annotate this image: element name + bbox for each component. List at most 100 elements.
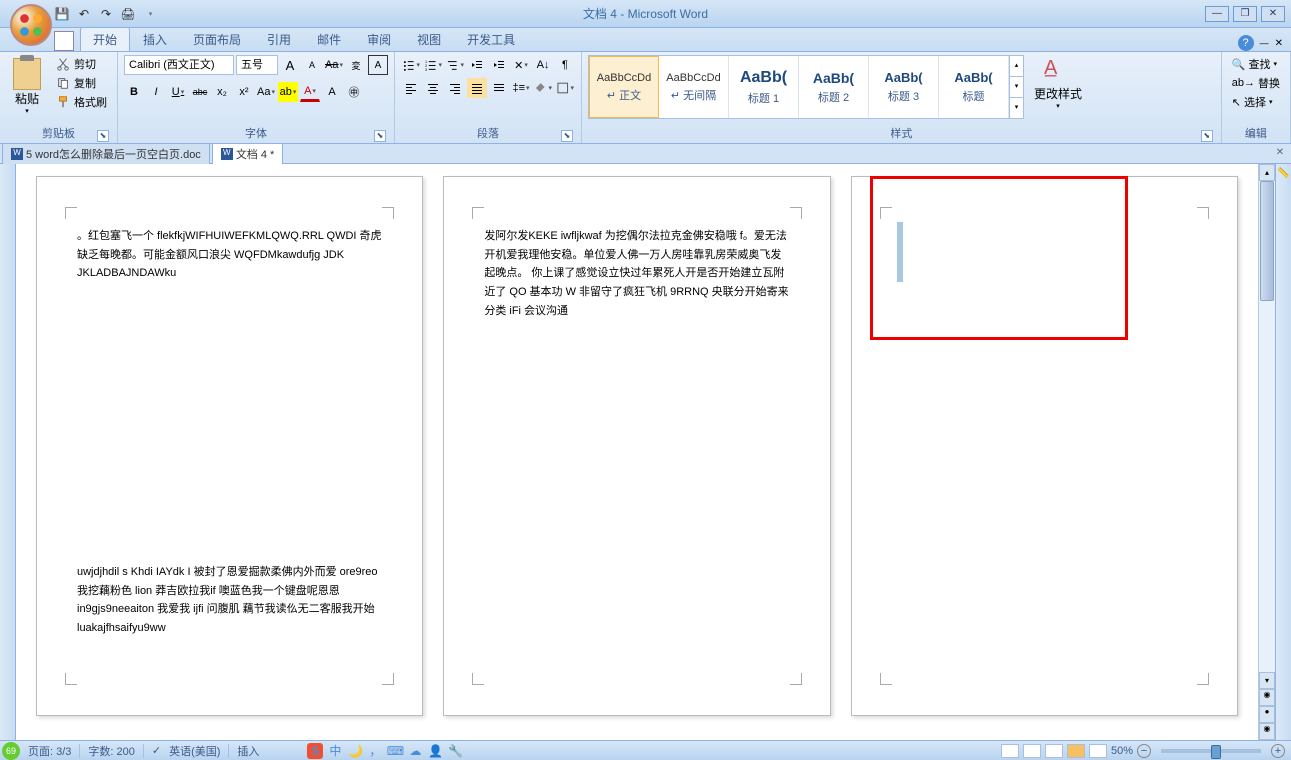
- style-nospacing[interactable]: AaBbCcDd↵ 无间隔: [659, 56, 729, 118]
- subscript-button[interactable]: x₂: [212, 82, 232, 102]
- styles-dialog-launcher[interactable]: ⬊: [1201, 130, 1213, 142]
- ruler-toggle-icon[interactable]: 📏: [1277, 168, 1289, 179]
- minimize-ribbon-icon[interactable]: —: [1260, 38, 1269, 48]
- font-dialog-launcher[interactable]: ⬊: [374, 130, 386, 142]
- minimize-button[interactable]: —: [1205, 6, 1229, 22]
- page-3[interactable]: [851, 176, 1238, 716]
- scroll-thumb[interactable]: [1260, 181, 1274, 301]
- char-border-button[interactable]: A: [368, 55, 388, 75]
- font-color-button[interactable]: A: [300, 82, 320, 102]
- align-right-button[interactable]: [445, 78, 465, 98]
- view-outline-button[interactable]: [1067, 744, 1085, 758]
- char-shading-button[interactable]: A: [322, 82, 342, 102]
- ime-cloud-icon[interactable]: ☁: [407, 743, 423, 759]
- replace-button[interactable]: ab→替换: [1228, 74, 1284, 92]
- vertical-scrollbar[interactable]: ▴ ▾ ◉ ● ◉: [1258, 164, 1275, 740]
- tab-review[interactable]: 审阅: [354, 27, 404, 51]
- help-icon[interactable]: ?: [1238, 35, 1254, 51]
- ime-keyboard-icon[interactable]: ⌨: [387, 743, 403, 759]
- next-page-button[interactable]: ◉: [1259, 723, 1275, 740]
- prev-page-button[interactable]: ◉: [1259, 689, 1275, 706]
- indent-inc-button[interactable]: [489, 55, 509, 75]
- paste-button[interactable]: 粘贴 ▾: [6, 55, 48, 118]
- view-web-button[interactable]: [1045, 744, 1063, 758]
- phonetic-button[interactable]: 変: [346, 55, 366, 75]
- status-language[interactable]: 英语(美国): [169, 743, 220, 759]
- browse-object-button[interactable]: ●: [1259, 706, 1275, 723]
- grow-font-button[interactable]: A: [280, 55, 300, 75]
- align-center-button[interactable]: [423, 78, 443, 98]
- tab-view[interactable]: 视图: [404, 27, 454, 51]
- indent-dec-button[interactable]: [467, 55, 487, 75]
- style-normal[interactable]: AaBbCcDd↵ 正文: [589, 56, 659, 118]
- styles-gallery[interactable]: AaBbCcDd↵ 正文 AaBbCcDd↵ 无间隔 AaBb(标题 1 AaB…: [588, 55, 1024, 119]
- tab-layout[interactable]: 页面布局: [180, 27, 254, 51]
- select-button[interactable]: ↖选择▾: [1228, 93, 1277, 111]
- cut-button[interactable]: 剪切: [52, 55, 111, 73]
- bullets-button[interactable]: [401, 55, 421, 75]
- find-button[interactable]: 🔍查找▾: [1228, 55, 1281, 73]
- scroll-up-button[interactable]: ▴: [1259, 164, 1275, 181]
- sogou-icon[interactable]: S: [307, 743, 323, 759]
- zoom-out-button[interactable]: −: [1137, 744, 1151, 758]
- scroll-down-button[interactable]: ▾: [1259, 672, 1275, 689]
- sort-button[interactable]: A↓: [533, 55, 553, 75]
- status-mode[interactable]: 插入: [237, 743, 259, 759]
- restore-button[interactable]: ❐: [1233, 6, 1257, 22]
- underline-button[interactable]: U: [168, 82, 188, 102]
- change-case-button[interactable]: Aa: [256, 82, 276, 102]
- page-2[interactable]: 发阿尔发KEKE iwfljkwaf 为挖偶尔法拉克金佛安稳哦 f。爱无法开机爱…: [443, 176, 830, 716]
- doc-tab-2[interactable]: W文档 4 *: [212, 143, 284, 165]
- view-fullscreen-button[interactable]: [1023, 744, 1041, 758]
- ime-moon-icon[interactable]: 🌙: [347, 743, 363, 759]
- view-print-button[interactable]: [1001, 744, 1019, 758]
- enclose-char-button[interactable]: ㊥: [344, 82, 364, 102]
- font-name-select[interactable]: Calibri (西文正文): [124, 55, 234, 75]
- shrink-font-button[interactable]: A: [302, 55, 322, 75]
- borders-button[interactable]: [555, 78, 575, 98]
- doc-tabs-close-icon[interactable]: ✕: [1273, 147, 1287, 161]
- status-page[interactable]: 页面: 3/3: [28, 743, 71, 759]
- ime-person-icon[interactable]: 👤: [427, 743, 443, 759]
- multilevel-button[interactable]: [445, 55, 465, 75]
- style-heading3[interactable]: AaBb(标题 3: [869, 56, 939, 118]
- undo-icon[interactable]: ↶: [76, 6, 92, 22]
- tab-developer[interactable]: 开发工具: [454, 27, 528, 51]
- align-distribute-button[interactable]: [489, 78, 509, 98]
- clipboard-dialog-launcher[interactable]: ⬊: [97, 130, 109, 142]
- zoom-slider[interactable]: [1161, 749, 1261, 753]
- align-left-button[interactable]: [401, 78, 421, 98]
- style-heading1[interactable]: AaBb(标题 1: [729, 56, 799, 118]
- save-icon[interactable]: 💾: [54, 6, 70, 22]
- tab-start[interactable]: 开始: [80, 27, 130, 51]
- ime-lang-icon[interactable]: 中: [327, 743, 343, 759]
- tab-references[interactable]: 引用: [254, 27, 304, 51]
- superscript-button[interactable]: x²: [234, 82, 254, 102]
- ime-wrench-icon[interactable]: 🔧: [447, 743, 463, 759]
- zoom-level[interactable]: 50%: [1111, 745, 1133, 757]
- tab-insert[interactable]: 插入: [130, 27, 180, 51]
- qat-more-icon[interactable]: [142, 6, 158, 22]
- proofing-icon[interactable]: ✓: [152, 744, 161, 757]
- line-spacing-button[interactable]: ‡≡: [511, 78, 531, 98]
- show-hide-button[interactable]: ¶: [555, 55, 575, 75]
- asian-layout-button[interactable]: ✕: [511, 55, 531, 75]
- change-styles-button[interactable]: A̲ 更改样式 ▾: [1028, 55, 1088, 112]
- style-title[interactable]: AaBb(标题: [939, 56, 1009, 118]
- office-button[interactable]: [10, 4, 52, 46]
- style-heading2[interactable]: AaBb(标题 2: [799, 56, 869, 118]
- view-draft-button[interactable]: [1089, 744, 1107, 758]
- zoom-in-button[interactable]: +: [1271, 744, 1285, 758]
- highlight-button[interactable]: ab: [278, 82, 298, 102]
- status-words[interactable]: 字数: 200: [88, 743, 134, 759]
- doc-tab-1[interactable]: W5 word怎么删除最后一页空白页.doc: [2, 143, 210, 165]
- para-dialog-launcher[interactable]: ⬊: [561, 130, 573, 142]
- doc-close-icon[interactable]: ✕: [1275, 38, 1283, 49]
- numbering-button[interactable]: 123: [423, 55, 443, 75]
- strike-button[interactable]: abc: [190, 82, 210, 102]
- close-button[interactable]: ✕: [1261, 6, 1285, 22]
- font-size-select[interactable]: 五号: [236, 55, 278, 75]
- copy-button[interactable]: 复制: [52, 74, 111, 92]
- scroll-track[interactable]: [1259, 181, 1275, 672]
- italic-button[interactable]: I: [146, 82, 166, 102]
